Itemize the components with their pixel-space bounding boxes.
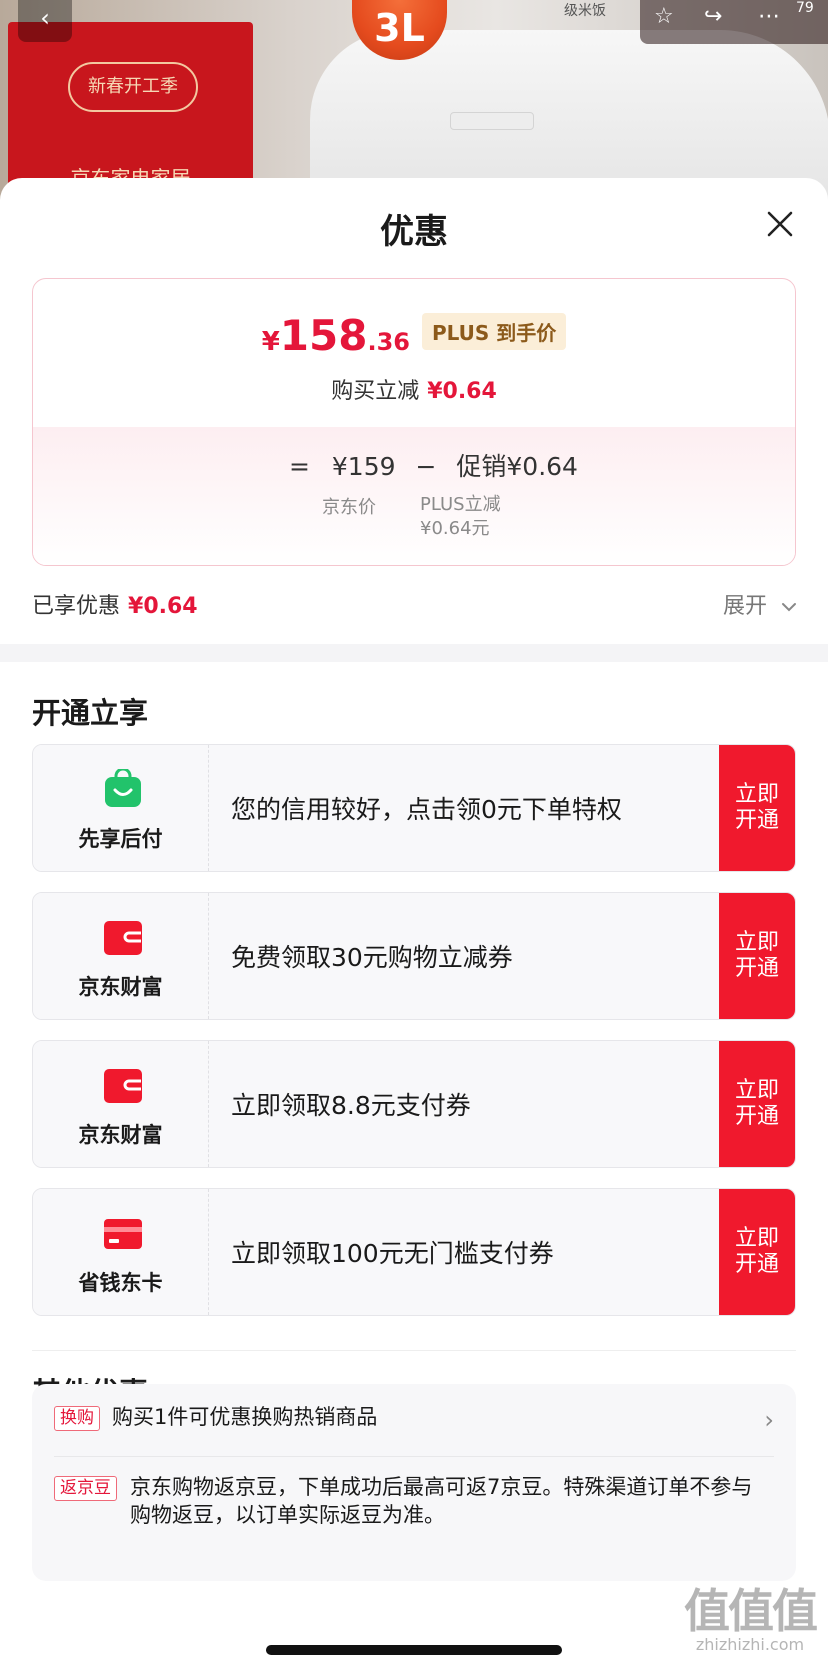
service-desc: 立即领取8.8元支付券 [231, 1091, 471, 1120]
card-icon [104, 1219, 142, 1249]
top-action-bar: ☆ ↪ ⋯ 79 [640, 0, 828, 44]
open-now-button[interactable]: 立即开通 [719, 1041, 795, 1167]
more-icon[interactable]: ⋯ [758, 4, 780, 29]
watermark-logo: 值值值 [684, 1584, 818, 1638]
price-integer: 158 [279, 311, 368, 360]
service-name: 先享后付 [78, 827, 163, 851]
offer-row-exchange[interactable]: 换购 购买1件可优惠换购热销商品 › [54, 1405, 774, 1446]
service-brand: 京东财富 [33, 893, 209, 1019]
service-brand: 京东财富 [33, 1041, 209, 1167]
formula-promo: 促销¥0.64 [456, 452, 578, 481]
offer-row-beans: 返京豆 京东购物返京豆，下单成功后最高可返7京豆。特殊渠道订单不参与购物返豆，以… [54, 1475, 774, 1546]
expand-button[interactable]: 展开 [723, 588, 798, 620]
service-card[interactable]: 省钱东卡 立即领取100元无门槛支付券 立即开通 [32, 1188, 796, 1316]
offer-tag: 返京豆 [54, 1476, 117, 1501]
corner-count: 79 [796, 0, 814, 16]
other-offers-box: 换购 购买1件可优惠换购热销商品 › 返京豆 京东购物返京豆，下单成功后最高可返… [32, 1384, 796, 1581]
service-brand: 先享后付 [33, 745, 209, 871]
reduce-value: ¥0.64 [427, 379, 497, 404]
discount-sheet: 优惠 ¥ 158 .36 PLUS 到手价 购买立减 ¥0.64 = ¥159 −… [0, 178, 828, 1667]
wallet-icon [104, 1069, 142, 1103]
price-currency: ¥ [261, 327, 280, 357]
final-price: ¥ 158 .36 PLUS 到手价 [33, 311, 795, 360]
expand-label: 展开 [722, 594, 767, 619]
chevron-left-icon: ‹ [40, 4, 50, 32]
open-section-title: 开通立享 [32, 696, 149, 730]
service-card[interactable]: 先享后付 您的信用较好，点击领0元下单特权 立即开通 [32, 744, 796, 872]
service-name: 京东财富 [78, 975, 163, 999]
enjoyed-discount: 已享优惠 ¥0.64 [32, 588, 198, 620]
open-now-button[interactable]: 立即开通 [719, 893, 795, 1019]
site-watermark: 值值值 zhizhizhi.com [684, 1575, 818, 1654]
service-brand: 省钱东卡 [33, 1189, 209, 1315]
section-divider [0, 644, 828, 662]
bag-icon [105, 769, 141, 807]
service-desc: 您的信用较好，点击领0元下单特权 [231, 795, 622, 824]
service-name: 省钱东卡 [78, 1271, 163, 1295]
wallet-icon [104, 921, 142, 955]
plus-price-tag: PLUS 到手价 [421, 313, 567, 350]
service-desc: 免费领取30元购物立减券 [231, 943, 513, 972]
price-card: ¥ 158 .36 PLUS 到手价 购买立减 ¥0.64 = ¥159 − 促销… [32, 278, 796, 566]
formula-equals: = [289, 452, 310, 481]
formula-minus: − [415, 452, 437, 481]
star-icon[interactable]: ☆ [654, 4, 674, 29]
product-image-header: 新春开工季 京东家电家居 3L 级米饭 ‹ ☆ ↪ ⋯ 79 [0, 0, 828, 200]
open-now-button[interactable]: 立即开通 [719, 1189, 795, 1315]
service-desc: 立即领取100元无门槛支付券 [231, 1239, 554, 1268]
share-icon[interactable]: ↪ [704, 4, 722, 29]
store-banner: 新春开工季 京东家电家居 [8, 22, 253, 200]
home-indicator[interactable] [266, 1645, 562, 1655]
service-card[interactable]: 京东财富 立即领取8.8元支付券 立即开通 [32, 1040, 796, 1168]
sheet-title: 优惠 [380, 212, 448, 252]
rice-label: 级米饭 [564, 3, 606, 19]
reduce-label: 购买立减 [331, 379, 420, 404]
promo-label-title: PLUS立减 [420, 494, 501, 515]
formula-base-price: ¥159 [331, 452, 396, 481]
enjoyed-value: ¥0.64 [128, 594, 198, 619]
watermark-url: zhizhizhi.com [695, 1635, 805, 1654]
close-icon[interactable] [766, 210, 794, 238]
base-price-label: 京东价 [322, 497, 376, 518]
section-divider-line [32, 1350, 796, 1351]
service-card[interactable]: 京东财富 免费领取30元购物立减券 立即开通 [32, 892, 796, 1020]
enjoyed-label: 已享优惠 [32, 594, 121, 619]
promo-label-value: ¥0.64元 [420, 518, 490, 539]
service-name: 京东财富 [78, 1123, 163, 1147]
store-logo: 新春开工季 [68, 62, 198, 112]
price-decimal: .36 [367, 328, 410, 356]
offer-text: 购买1件可优惠换购热销商品 [112, 1405, 378, 1429]
open-now-button[interactable]: 立即开通 [719, 745, 795, 871]
offer-text: 京东购物返京豆，下单成功后最高可返7京豆。特殊渠道订单不参与购物返豆，以订单实际… [130, 1475, 753, 1527]
back-button[interactable]: ‹ [18, 0, 72, 42]
instant-reduction: 购买立减 ¥0.64 [33, 373, 795, 405]
price-formula: = ¥159 − 促销¥0.64 [289, 447, 578, 483]
offer-tag: 换购 [54, 1406, 100, 1431]
chevron-down-icon [782, 603, 796, 612]
promo-label: PLUS立减 ¥0.64元 [420, 493, 501, 541]
offer-separator [54, 1456, 774, 1457]
chevron-right-icon: › [764, 1406, 774, 1434]
cooker-handle [450, 112, 534, 130]
